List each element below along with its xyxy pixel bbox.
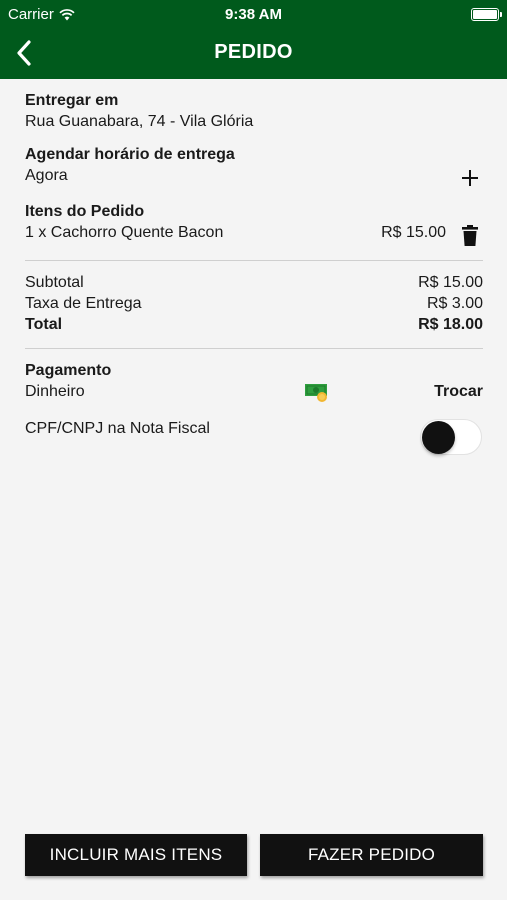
- items-label: Itens do Pedido: [25, 203, 145, 220]
- payment-row: Dinheiro Trocar: [25, 383, 483, 407]
- item-description: 1 x Cachorro Quente Bacon: [25, 224, 224, 241]
- delivery-address: Rua Guanabara, 74 - Vila Glória: [25, 113, 254, 130]
- payment-label: Pagamento: [25, 362, 112, 379]
- total-value: R$ 18.00: [418, 316, 483, 333]
- subtotal-row: Subtotal R$ 15.00: [25, 274, 483, 292]
- total-row: Total R$ 18.00: [25, 316, 483, 334]
- divider: [25, 348, 483, 349]
- add-schedule-button[interactable]: [459, 167, 481, 189]
- page-title: PEDIDO: [214, 41, 293, 63]
- delivery-fee-row: Taxa de Entrega R$ 3.00: [25, 295, 483, 313]
- delivery-label: Entregar em: [25, 92, 119, 109]
- list-item: 1 x Cachorro Quente Bacon R$ 15.00: [25, 224, 483, 248]
- schedule-label: Agendar horário de entrega: [25, 146, 235, 163]
- place-order-button[interactable]: FAZER PEDIDO: [260, 834, 483, 876]
- delivery-fee-value: R$ 3.00: [426, 295, 483, 312]
- tax-id-label: CPF/CNPJ na Nota Fiscal: [25, 420, 210, 437]
- schedule-row: [25, 167, 483, 189]
- battery-icon: [471, 8, 502, 21]
- trash-icon[interactable]: [459, 224, 481, 248]
- toggle-knob: [422, 421, 455, 454]
- payment-method: Dinheiro: [25, 383, 85, 400]
- tax-id-toggle[interactable]: [420, 419, 482, 455]
- navigation-bar: PEDIDO: [0, 28, 507, 79]
- clock: 9:38 AM: [225, 6, 282, 23]
- subtotal-label: Subtotal: [25, 274, 84, 291]
- cash-icon: [305, 384, 327, 402]
- status-bar: Carrier 9:38 AM: [0, 0, 507, 28]
- add-more-items-button[interactable]: INCLUIR MAIS ITENS: [25, 834, 247, 876]
- item-price: R$ 15.00: [381, 224, 446, 241]
- total-label: Total: [25, 316, 63, 333]
- divider: [25, 260, 483, 261]
- delivery-fee-label: Taxa de Entrega: [25, 295, 142, 312]
- subtotal-value: R$ 15.00: [418, 274, 483, 291]
- change-payment-button[interactable]: Trocar: [434, 383, 483, 401]
